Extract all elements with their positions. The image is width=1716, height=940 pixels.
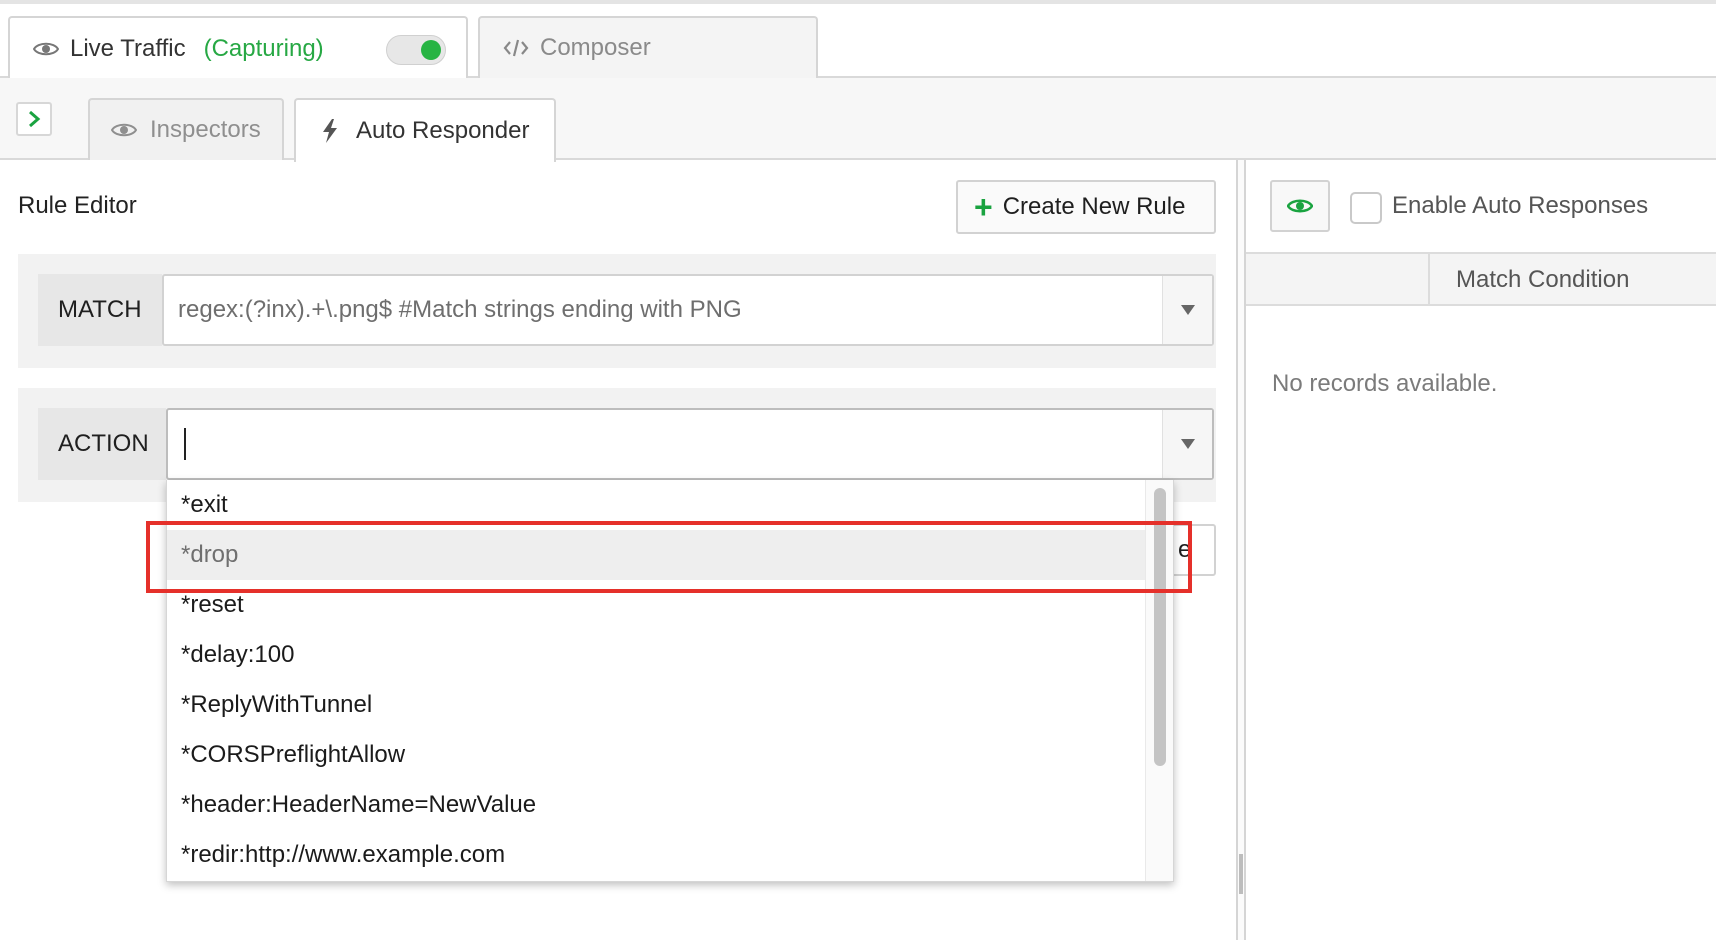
enable-auto-responses-label[interactable]: Enable Auto Responses	[1392, 192, 1648, 220]
tab-auto-responder-label: Auto Responder	[356, 117, 530, 144]
match-label: MATCH	[38, 274, 162, 346]
plus-icon: +	[974, 189, 993, 225]
tab-composer-label: Composer	[540, 34, 651, 61]
tab-live-traffic-label: Live Traffic	[70, 35, 186, 62]
caret-down-icon	[1180, 305, 1195, 315]
chevron-right-icon	[29, 110, 41, 128]
caret-down-icon	[1180, 439, 1195, 449]
capture-toggle-knob	[421, 40, 441, 60]
tab-inspectors-label: Inspectors	[150, 116, 261, 143]
main-tab-strip: Live Traffic (Capturing) Composer	[0, 0, 1716, 80]
empty-state-text: No records available.	[1272, 370, 1498, 397]
enable-auto-responses-checkbox[interactable]	[1350, 192, 1382, 224]
tab-composer[interactable]: Composer	[478, 16, 818, 78]
expand-panel-button[interactable]	[16, 102, 52, 136]
match-input[interactable]: regex:(?inx).+\.png$ #Match strings endi…	[178, 296, 1162, 324]
splitter-grip[interactable]	[1239, 854, 1243, 894]
eye-icon	[1287, 199, 1313, 213]
dropdown-scrollbar-thumb[interactable]	[1154, 488, 1166, 766]
action-label: ACTION	[38, 408, 166, 480]
text-cursor	[184, 428, 186, 460]
tab-inspectors[interactable]: Inspectors	[88, 98, 284, 160]
dropdown-scrollbar[interactable]	[1145, 480, 1173, 881]
create-new-rule-label: Create New Rule	[1002, 193, 1186, 220]
panel-splitter[interactable]	[1236, 160, 1246, 940]
action-option[interactable]: *header:HeaderName=NewValue	[167, 780, 1145, 830]
capturing-status: (Capturing)	[203, 35, 324, 62]
eye-icon	[110, 121, 138, 139]
action-combobox[interactable]	[166, 408, 1214, 480]
action-option[interactable]: *drop	[167, 530, 1145, 580]
match-dropdown-button[interactable]	[1162, 276, 1212, 344]
match-group: MATCH regex:(?inx).+\.png$ #Match string…	[18, 254, 1216, 368]
action-option[interactable]: *reset	[167, 580, 1145, 630]
lightning-icon	[316, 118, 344, 144]
action-option[interactable]: *CORSPreflightAllow	[167, 730, 1145, 780]
rules-grid-header: Match Condition	[1246, 252, 1716, 306]
eye-icon	[32, 40, 60, 58]
action-option[interactable]: *delay:100	[167, 630, 1145, 680]
column-header-match-condition[interactable]: Match Condition	[1456, 266, 1629, 294]
rule-editor-title: Rule Editor	[18, 192, 137, 219]
capture-toggle[interactable]	[386, 35, 446, 65]
column-separator	[1428, 254, 1430, 304]
code-icon	[502, 38, 530, 58]
tab-auto-responder[interactable]: Auto Responder	[294, 98, 556, 162]
match-combobox[interactable]: regex:(?inx).+\.png$ #Match strings endi…	[162, 274, 1214, 346]
preview-toggle-button[interactable]	[1270, 180, 1330, 232]
tool-tab-strip: Inspectors Auto Responder	[0, 78, 1716, 162]
create-new-rule-button[interactable]: + Create New Rule	[956, 180, 1216, 234]
action-option[interactable]: *exit	[167, 480, 1145, 530]
action-options-list: *exit *drop *reset *delay:100 *ReplyWithTunn…	[167, 480, 1145, 880]
action-dropdown-button[interactable]	[1162, 410, 1212, 478]
action-options-dropdown: *exit *drop *reset *delay:100 *ReplyWithTunn…	[166, 480, 1174, 882]
action-option[interactable]: *ReplyWithTunnel	[167, 680, 1145, 730]
action-option[interactable]: *redir:http://www.example.com	[167, 830, 1145, 880]
tab-live-traffic[interactable]: Live Traffic (Capturing)	[8, 16, 468, 80]
